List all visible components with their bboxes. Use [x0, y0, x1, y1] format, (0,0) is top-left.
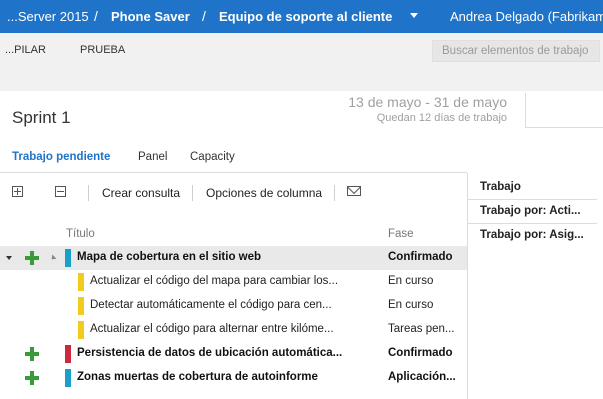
tab-board[interactable]: Panel [138, 151, 167, 163]
collapse-all-icon[interactable] [55, 186, 66, 197]
hub-item-pilar[interactable]: ...PILAR [5, 44, 46, 56]
toolbar-divider [0, 172, 467, 173]
header-divider [525, 93, 526, 127]
row-title[interactable]: Actualizar el código para alternar entre… [90, 323, 382, 335]
breadcrumb-team[interactable]: Equipo de soporte al cliente [219, 9, 392, 24]
toolbar-separator [334, 185, 335, 201]
work-item-color-bar [65, 369, 71, 387]
mail-icon[interactable] [347, 186, 361, 196]
row-phase: Confirmado [388, 347, 453, 359]
add-task-icon[interactable] [25, 347, 39, 361]
table-row[interactable]: Zonas muertas de cobertura de autoinform… [0, 366, 467, 390]
column-header-phase[interactable]: Fase [388, 228, 414, 240]
row-title[interactable]: Zonas muertas de cobertura de autoinform… [77, 371, 382, 383]
user-name[interactable]: Andrea Delgado (Fabrikam) [450, 9, 603, 24]
column-options-button[interactable]: Opciones de columna [206, 186, 322, 200]
column-header-title[interactable]: Título [66, 228, 95, 240]
right-pane-separator [468, 223, 597, 224]
right-pane-separator [468, 199, 597, 200]
top-navigation-bar: ...Server 2015 / Phone Saver / Equipo de… [0, 0, 603, 33]
breadcrumb-project[interactable]: Phone Saver [111, 9, 190, 24]
table-row[interactable]: Mapa de cobertura en el sitio web Confir… [0, 246, 467, 270]
collapse-row-icon[interactable] [49, 254, 57, 262]
work-item-color-bar [65, 249, 71, 267]
table-row[interactable]: Actualizar el código del mapa para cambi… [0, 270, 467, 294]
row-phase: Tareas pen... [388, 323, 455, 335]
work-item-color-bar [78, 321, 84, 339]
hub-item-prueba[interactable]: PRUEBA [80, 44, 125, 56]
breadcrumb-server[interactable]: ...Server 2015 [7, 9, 89, 24]
tab-capacity[interactable]: Capacity [190, 151, 235, 163]
row-menu-icon[interactable] [6, 256, 12, 260]
sprint-remaining-days: Quedan 12 días de trabajo [376, 112, 507, 124]
sprint-dates: 13 de mayo - 31 de mayo [348, 94, 507, 110]
row-phase: En curso [388, 275, 434, 287]
team-dropdown-icon[interactable] [410, 13, 418, 18]
row-title[interactable]: Actualizar el código del mapa para cambi… [90, 275, 382, 287]
tab-backlog[interactable]: Trabajo pendiente [12, 151, 110, 163]
toolbar-separator [88, 185, 89, 201]
work-item-color-bar [78, 273, 84, 291]
row-title[interactable]: Detectar automáticamente el código para … [90, 299, 382, 311]
backlog-toolbar: Crear consulta Opciones de columna [0, 175, 467, 211]
right-pane-work-by-activity[interactable]: Trabajo por: Acti... [480, 205, 596, 217]
row-title[interactable]: Persistencia de datos de ubicación autom… [77, 347, 382, 359]
work-item-color-bar [65, 345, 71, 363]
search-input[interactable]: Buscar elementos de trabajo [432, 40, 600, 62]
right-pane-work-by-assigned[interactable]: Trabajo por: Asig... [480, 229, 596, 241]
breadcrumb-separator: / [94, 8, 98, 24]
table-row[interactable]: Actualizar el código para alternar entre… [0, 318, 467, 342]
add-task-icon[interactable] [25, 251, 39, 265]
right-pane-divider [467, 173, 468, 399]
header-divider [525, 127, 603, 128]
sprint-title: Sprint 1 [12, 108, 71, 127]
toolbar-separator [192, 185, 193, 201]
expand-all-icon[interactable] [12, 186, 23, 197]
row-phase: En curso [388, 299, 434, 311]
right-pane-work[interactable]: Trabajo [480, 181, 596, 193]
table-row[interactable]: Persistencia de datos de ubicación autom… [0, 342, 467, 366]
create-query-button[interactable]: Crear consulta [102, 186, 180, 200]
breadcrumb-separator: / [202, 8, 206, 24]
row-phase: Confirmado [388, 251, 453, 263]
row-phase: Aplicación... [388, 371, 456, 383]
table-row[interactable]: Detectar automáticamente el código para … [0, 294, 467, 318]
add-task-icon[interactable] [25, 371, 39, 385]
work-item-color-bar [78, 297, 84, 315]
row-title[interactable]: Mapa de cobertura en el sitio web [77, 251, 382, 263]
